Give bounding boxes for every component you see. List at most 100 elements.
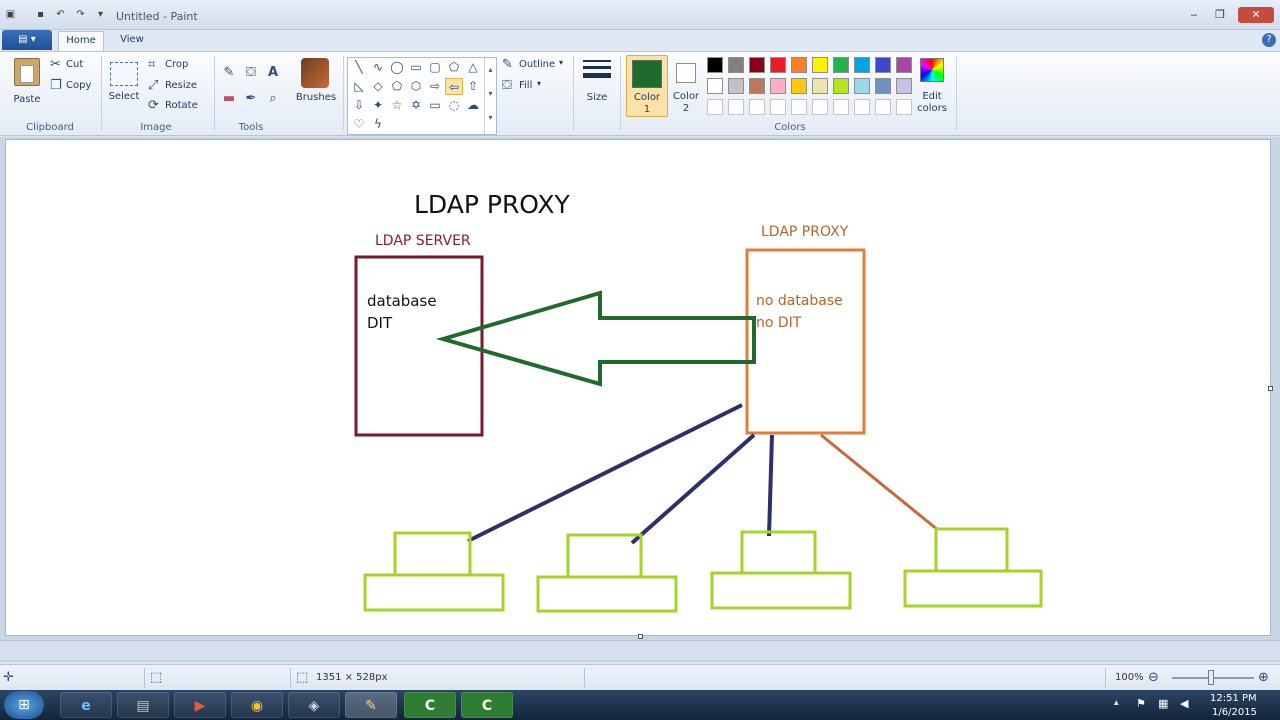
paint-app-icon[interactable]: ▣	[4, 9, 17, 21]
palette-empty-swatch[interactable]	[875, 99, 891, 115]
curve-shape-icon[interactable]: ∿	[369, 59, 387, 76]
canvas-resize-handle[interactable]	[1268, 386, 1273, 391]
tab-home[interactable]: Home	[58, 31, 104, 51]
clock-date[interactable]: 1/6/2015	[1212, 707, 1257, 718]
palette-color-swatch[interactable]	[749, 78, 765, 94]
quick-access-dropdown-icon[interactable]: ▾	[94, 9, 107, 21]
five-point-star-icon[interactable]: ☆	[388, 97, 406, 114]
right-triangle-shape-icon[interactable]: ◺	[350, 78, 368, 95]
palette-color-swatch[interactable]	[896, 78, 912, 94]
text-tool-icon[interactable]: A	[264, 64, 282, 82]
palette-color-swatch[interactable]	[812, 78, 828, 94]
palette-color-swatch[interactable]	[770, 78, 786, 94]
lightning-shape-icon[interactable]: ϟ	[369, 116, 387, 133]
palette-empty-swatch[interactable]	[749, 99, 765, 115]
cloud-callout-icon[interactable]: ☁	[464, 97, 482, 114]
paint-taskbar-icon[interactable]: ✎	[345, 692, 397, 718]
chrome-icon[interactable]: ◉	[231, 692, 283, 718]
hexagon-shape-icon[interactable]: ⬡	[407, 78, 425, 95]
rotate-button[interactable]: ⟳ Rotate	[148, 98, 210, 113]
heart-shape-icon[interactable]: ♡	[350, 116, 368, 133]
pentagon-shape-icon[interactable]: ⬠	[388, 78, 406, 95]
undo-icon[interactable]: ↶	[54, 9, 67, 21]
right-arrow-shape-icon[interactable]: ⇨	[426, 78, 444, 95]
palette-color-swatch[interactable]	[791, 78, 807, 94]
up-arrow-shape-icon[interactable]: ⇧	[464, 78, 482, 95]
palette-empty-swatch[interactable]	[707, 99, 723, 115]
camtasia-studio-icon[interactable]: C	[461, 692, 513, 718]
maximize-button[interactable]: ❐	[1208, 7, 1232, 23]
shapes-gallery[interactable]: ╲ ∿ ◯ ▭ ▢ ⬠ △ ◺ ◇ ⬠ ⬡ ⇨ ⇦ ⇧ ⇩ ✦ ☆ ✡ ▭ ◌ …	[347, 57, 497, 135]
clock-time[interactable]: 12:51 PM	[1210, 693, 1257, 704]
horizontal-scrollbar[interactable]	[0, 640, 1280, 660]
palette-color-swatch[interactable]	[854, 78, 870, 94]
help-icon[interactable]: ?	[1262, 33, 1276, 47]
file-explorer-icon[interactable]: ▤	[117, 692, 169, 718]
palette-color-swatch[interactable]	[791, 57, 807, 73]
redo-icon[interactable]: ↷	[74, 9, 87, 21]
media-player-icon[interactable]: ▶	[174, 692, 226, 718]
palette-color-swatch[interactable]	[833, 78, 849, 94]
file-menu-button[interactable]: ▤ ▾	[2, 30, 52, 50]
palette-color-swatch[interactable]	[749, 57, 765, 73]
show-hidden-icons-icon[interactable]: ▴	[1114, 698, 1119, 708]
network-icon[interactable]: ▦	[1158, 697, 1168, 710]
drawing-canvas[interactable]: LDAP PROXY LDAP SERVER database DIT LDAP…	[5, 139, 1273, 639]
outline-dropdown[interactable]: ✎ Outline ▾	[502, 57, 568, 72]
close-button[interactable]: ✕	[1238, 7, 1274, 23]
palette-empty-swatch[interactable]	[791, 99, 807, 115]
palette-empty-swatch[interactable]	[812, 99, 828, 115]
fill-bucket-icon[interactable]: ⛋	[242, 64, 260, 82]
color2-button[interactable]: Color 2	[670, 55, 702, 117]
palette-color-swatch[interactable]	[854, 57, 870, 73]
color-picker-icon[interactable]: ✒	[242, 90, 260, 108]
palette-empty-swatch[interactable]	[728, 99, 744, 115]
palette-color-swatch[interactable]	[728, 78, 744, 94]
pencil-icon[interactable]: ✎	[220, 64, 238, 82]
oval-shape-icon[interactable]: ◯	[388, 59, 406, 76]
palette-empty-swatch[interactable]	[833, 99, 849, 115]
palette-empty-swatch[interactable]	[896, 99, 912, 115]
oval-callout-icon[interactable]: ◌	[445, 97, 463, 114]
line-shape-icon[interactable]: ╲	[350, 59, 368, 76]
palette-color-swatch[interactable]	[728, 57, 744, 73]
triangle-shape-icon[interactable]: △	[464, 59, 482, 76]
volume-icon[interactable]: ◀	[1180, 697, 1188, 710]
rounded-rectangle-shape-icon[interactable]: ▢	[426, 59, 444, 76]
rect-callout-icon[interactable]: ▭	[426, 97, 444, 114]
fill-dropdown[interactable]: ⛋ Fill ▾	[502, 78, 552, 93]
internet-explorer-icon[interactable]: e	[60, 692, 112, 718]
down-arrow-shape-icon[interactable]: ⇩	[350, 97, 368, 114]
cut-button[interactable]: ✂ Cut	[50, 57, 96, 72]
zoom-in-icon[interactable]: ⊕	[1258, 669, 1269, 686]
zoom-out-icon[interactable]: ⊖	[1148, 669, 1159, 686]
virtualbox-icon[interactable]: ◈	[288, 692, 340, 718]
eraser-icon[interactable]: ▬	[220, 90, 238, 108]
six-point-star-icon[interactable]: ✡	[407, 97, 425, 114]
palette-empty-swatch[interactable]	[854, 99, 870, 115]
four-point-star-icon[interactable]: ✦	[369, 97, 387, 114]
shapes-scrollbar[interactable]: ▴ ▾ ▾	[484, 58, 496, 134]
brushes-button[interactable]: Brushes	[295, 56, 337, 116]
zoom-slider-thumb[interactable]	[1208, 670, 1214, 685]
left-arrow-shape-icon[interactable]: ⇦	[445, 78, 463, 95]
copy-button[interactable]: ❐ Copy	[50, 78, 96, 93]
polygon-shape-icon[interactable]: ⬠	[445, 59, 463, 76]
size-button[interactable]: Size	[580, 56, 614, 114]
save-icon[interactable]: ▪	[34, 9, 47, 21]
magnifier-icon[interactable]: ⌕	[264, 90, 282, 108]
palette-color-swatch[interactable]	[875, 57, 891, 73]
minimize-button[interactable]: ‒	[1182, 7, 1206, 23]
palette-color-swatch[interactable]	[707, 78, 723, 94]
camtasia-recorder-icon[interactable]: C	[404, 692, 456, 718]
flag-icon[interactable]: ⚑	[1136, 697, 1146, 710]
palette-color-swatch[interactable]	[875, 78, 891, 94]
paste-button[interactable]: Paste	[10, 56, 44, 114]
resize-button[interactable]: ⤢ Resize	[148, 78, 208, 93]
palette-color-swatch[interactable]	[833, 57, 849, 73]
palette-color-swatch[interactable]	[896, 57, 912, 73]
palette-color-swatch[interactable]	[812, 57, 828, 73]
palette-color-swatch[interactable]	[770, 57, 786, 73]
diamond-shape-icon[interactable]: ◇	[369, 78, 387, 95]
canvas-resize-handle[interactable]	[638, 634, 643, 639]
